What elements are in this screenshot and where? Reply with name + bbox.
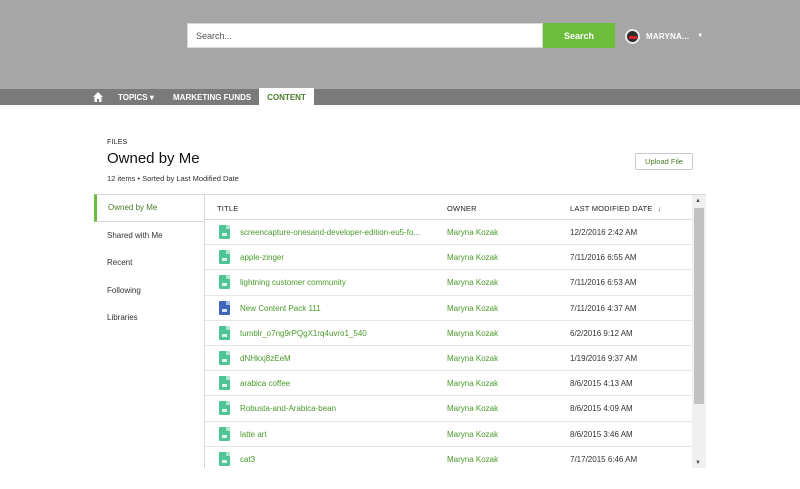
table-row[interactable]: screencapture-onesand-developer-edition-…	[205, 220, 693, 246]
table-scrollbar[interactable]: ▲ ▼	[692, 195, 706, 468]
table-row[interactable]: dNHkxj8zEeM Maryna Kozak 1/19/2016 9:37 AM	[205, 346, 693, 372]
table-body: screencapture-onesand-developer-edition-…	[205, 220, 693, 468]
nav-marketing-funds[interactable]: MARKETING FUNDS	[173, 89, 251, 105]
image-file-icon	[219, 350, 230, 365]
file-title-link[interactable]: dNHkxj8zEeM	[240, 354, 291, 363]
column-header-title[interactable]: TITLE	[217, 204, 238, 213]
table-row[interactable]: arabica coffee Maryna Kozak 8/6/2015 4:13 …	[205, 371, 693, 397]
file-title-link[interactable]: apple-zinger	[240, 253, 284, 262]
sidebar-item-owned-by-me[interactable]: Owned by Me	[94, 194, 204, 222]
table-row[interactable]: cat3 Maryna Kozak 7/17/2015 6:46 AM	[205, 447, 693, 468]
file-owner-link[interactable]: Maryna Kozak	[447, 379, 498, 388]
home-icon[interactable]	[92, 91, 104, 103]
nav-topics[interactable]: TOPICS ▾	[118, 89, 154, 105]
image-file-icon	[219, 250, 230, 265]
table-header: TITLE OWNER LAST MODIFIED DATE ↓	[205, 195, 706, 220]
image-file-icon	[219, 225, 230, 239]
image-file-icon	[219, 451, 230, 466]
file-owner-link[interactable]: Maryna Kozak	[447, 404, 498, 413]
user-name: MARYNA...	[646, 31, 690, 41]
table-row[interactable]: apple-zinger Maryna Kozak 7/11/2016 6:55 A…	[205, 245, 693, 271]
file-owner-link[interactable]: Maryna Kozak	[447, 329, 498, 338]
image-file-icon	[219, 376, 230, 391]
column-header-last-modified-label: LAST MODIFIED DATE	[570, 204, 653, 213]
table-row[interactable]: latte art Maryna Kozak 8/6/2015 3:46 AM	[205, 422, 693, 447]
image-file-icon	[219, 275, 230, 290]
files-sidebar: Owned by Me Shared with Me Recent Follow…	[94, 194, 204, 332]
image-file-icon	[219, 426, 230, 441]
file-title-link[interactable]: tumblr_o7ng9rPQgX1rq4uvro1_540	[240, 329, 367, 338]
scroll-down-icon[interactable]: ▼	[695, 460, 701, 466]
sidebar-item-libraries[interactable]: Libraries	[94, 304, 204, 332]
column-header-owner[interactable]: OWNER	[447, 204, 477, 213]
file-modified-date: 8/6/2015 4:13 AM	[570, 379, 633, 389]
file-owner-link[interactable]: Maryna Kozak	[447, 455, 498, 464]
file-modified-date: 12/2/2016 2:42 AM	[570, 228, 638, 237]
file-title-link[interactable]: screencapture-onesand-developer-edition-…	[240, 228, 420, 237]
file-modified-date: 1/19/2016 9:37 AM	[570, 353, 638, 363]
file-title-link[interactable]: cat3	[240, 455, 255, 464]
image-file-icon	[219, 401, 230, 416]
sort-descending-icon: ↓	[657, 204, 662, 213]
file-modified-date: 7/11/2016 6:53 AM	[570, 278, 637, 288]
file-modified-date: 6/2/2016 9:12 AM	[570, 328, 633, 338]
file-owner-link[interactable]: Maryna Kozak	[447, 278, 498, 287]
sidebar-item-shared-with-me[interactable]: Shared with Me	[94, 222, 204, 250]
file-owner-link[interactable]: Maryna Kozak	[447, 253, 498, 262]
top-header: Search... Search MARYNA... ▼	[0, 0, 800, 89]
file-modified-date: 8/6/2015 3:46 AM	[570, 429, 633, 439]
file-title-link[interactable]: lightning customer community	[240, 278, 346, 287]
table-row[interactable]: Robusta-and-Arabica-bean Maryna Kozak 8/6/…	[205, 396, 693, 422]
table-row[interactable]: New Content Pack 111 Maryna Kozak 7/11/201…	[205, 296, 693, 321]
page-subtitle: 12 items • Sorted by Last Modified Date	[107, 174, 239, 183]
page-title: Owned by Me	[107, 150, 200, 167]
file-title-link[interactable]: latte art	[240, 430, 267, 439]
section-label: FILES	[107, 139, 128, 146]
search-button[interactable]: Search	[543, 23, 615, 48]
table-row[interactable]: tumblr_o7ng9rPQgX1rq4uvro1_540 Maryna Koz…	[205, 321, 693, 346]
image-file-icon	[219, 325, 230, 340]
file-modified-date: 7/11/2016 6:55 AM	[570, 253, 637, 263]
content-pack-icon	[219, 300, 230, 315]
search-input[interactable]: Search...	[187, 23, 543, 48]
file-title-link[interactable]: Robusta-and-Arabica-bean	[240, 404, 336, 413]
scrollbar-thumb[interactable]	[694, 208, 704, 404]
column-header-last-modified[interactable]: LAST MODIFIED DATE ↓	[570, 204, 661, 213]
sidebar-item-following[interactable]: Following	[94, 277, 204, 305]
files-table: TITLE OWNER LAST MODIFIED DATE ↓ screenca…	[204, 194, 706, 468]
chevron-down-icon: ▼	[697, 33, 704, 39]
nav-content[interactable]: CONTENT	[259, 88, 314, 106]
scroll-up-icon[interactable]: ▲	[695, 198, 701, 204]
avatar	[625, 28, 640, 44]
file-owner-link[interactable]: Maryna Kozak	[447, 354, 498, 363]
sidebar-item-recent[interactable]: Recent	[94, 249, 204, 277]
file-modified-date: 7/17/2015 6:46 AM	[570, 454, 638, 464]
file-modified-date: 7/11/2016 4:37 AM	[570, 303, 637, 313]
file-modified-date: 8/6/2015 4:09 AM	[570, 404, 633, 414]
file-owner-link[interactable]: Maryna Kozak	[447, 228, 498, 237]
file-title-link[interactable]: arabica coffee	[240, 379, 290, 388]
user-menu[interactable]: MARYNA... ▼	[625, 27, 703, 45]
file-owner-link[interactable]: Maryna Kozak	[447, 304, 498, 313]
upload-file-button[interactable]: Upload File	[635, 153, 693, 170]
file-title-link[interactable]: New Content Pack 111	[240, 304, 321, 313]
table-row[interactable]: lightning customer community Maryna Kozak…	[205, 270, 693, 296]
file-owner-link[interactable]: Maryna Kozak	[447, 430, 498, 439]
nav-bar: TOPICS ▾ MARKETING FUNDS CONTENT	[0, 88, 800, 106]
